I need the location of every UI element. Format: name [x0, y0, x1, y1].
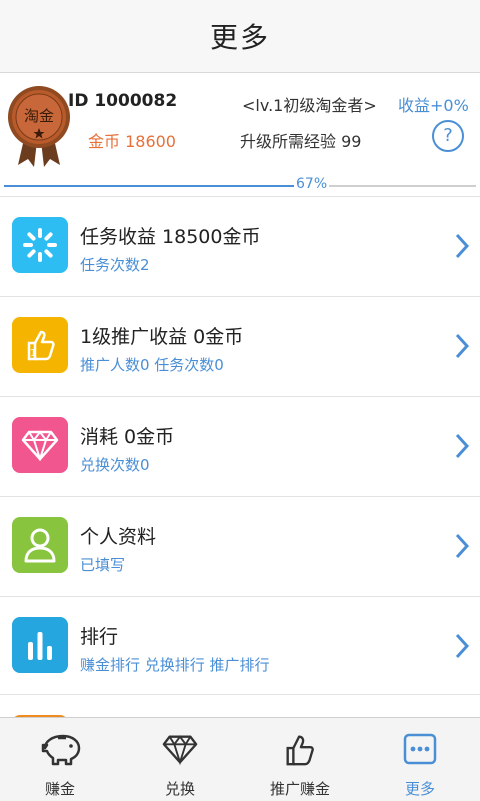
menu-item-title: 个人资料: [80, 526, 157, 548]
progress-fill: [4, 185, 321, 187]
chevron-right-icon: [455, 433, 470, 459]
page-title: 更多: [209, 21, 270, 54]
tab-promote[interactable]: 推广赚金: [240, 718, 360, 801]
menu-item-ranking[interactable]: 排行 赚金排行 兑换排行 推广排行: [0, 596, 480, 696]
menu-item-consumption[interactable]: 消耗 0金币 兑换次数0: [0, 396, 480, 496]
header-bar: 更多: [0, 0, 480, 73]
menu-item-promo-income[interactable]: 1 1级推广收益 0金币 推广人数0 任务次数0: [0, 296, 480, 396]
chevron-right-icon: [455, 233, 470, 259]
piggy-bank-icon: [41, 734, 81, 766]
loading-spinner-icon: [12, 217, 68, 273]
more-icon: [403, 733, 437, 765]
chevron-right-icon: [455, 333, 470, 359]
menu-item-subtitle: 赚金排行 兑换排行 推广排行: [80, 656, 270, 674]
menu-item-subtitle: 已填写: [80, 556, 126, 574]
bottom-tab-bar: 赚金 兑换 推广赚金 更多: [0, 717, 480, 801]
menu-item-subtitle: 任务次数2: [80, 256, 150, 274]
menu-item-title: 排行: [80, 626, 119, 648]
menu-item-subtitle: 兑换次数0: [80, 456, 150, 474]
menu-item-profile[interactable]: 个人资料 已填写: [0, 496, 480, 596]
menu-list: 任务收益 18500金币 任务次数2 1 1级推广收益 0金币 推广人数0 任务…: [0, 196, 480, 696]
medal-badge: 淘金: [8, 86, 70, 167]
tab-exchange[interactable]: 兑换: [120, 718, 240, 801]
progress-percent: 67%: [294, 176, 330, 192]
tab-label: 兑换: [164, 780, 195, 798]
tab-earn[interactable]: 赚金: [0, 718, 120, 801]
tab-label: 赚金: [44, 780, 75, 798]
chevron-right-icon: [455, 633, 470, 659]
menu-item-title: 消耗 0金币: [80, 426, 175, 448]
exp-needed: 升级所需经验 99: [240, 132, 362, 151]
person-icon: [12, 517, 68, 573]
tab-more[interactable]: 更多: [360, 718, 480, 801]
chevron-right-icon: [455, 533, 470, 559]
svg-text:1: 1: [30, 348, 36, 359]
tab-label: 更多: [404, 780, 435, 798]
coin-balance: 金币 18600: [88, 132, 176, 151]
menu-item-title: 1级推广收益 0金币: [80, 326, 244, 348]
user-level: <lv.1初级淘金者>: [242, 96, 377, 115]
medal-text: 淘金: [24, 107, 54, 125]
profile-card: 淘金 ID 1000082 <lv.1初级淘金者> 收益+0% 金币 18600…: [0, 73, 480, 180]
yield-bonus: 收益+0%: [398, 96, 469, 115]
bar-chart-icon: [12, 617, 68, 673]
tab-label: 推广赚金: [269, 780, 330, 798]
diamond-icon: [12, 417, 68, 473]
menu-item-task-income[interactable]: 任务收益 18500金币 任务次数2: [0, 196, 480, 296]
thumbs-up-icon: [286, 735, 314, 766]
exp-progress-bar: 67%: [4, 176, 476, 192]
thumbs-up-icon: 1: [12, 317, 68, 373]
menu-item-subtitle: 推广人数0 任务次数0: [80, 356, 224, 374]
help-icon[interactable]: ?: [432, 120, 464, 152]
diamond-icon: [162, 735, 198, 766]
menu-item-title: 任务收益 18500金币: [80, 226, 261, 248]
user-id: ID 1000082: [68, 91, 178, 111]
